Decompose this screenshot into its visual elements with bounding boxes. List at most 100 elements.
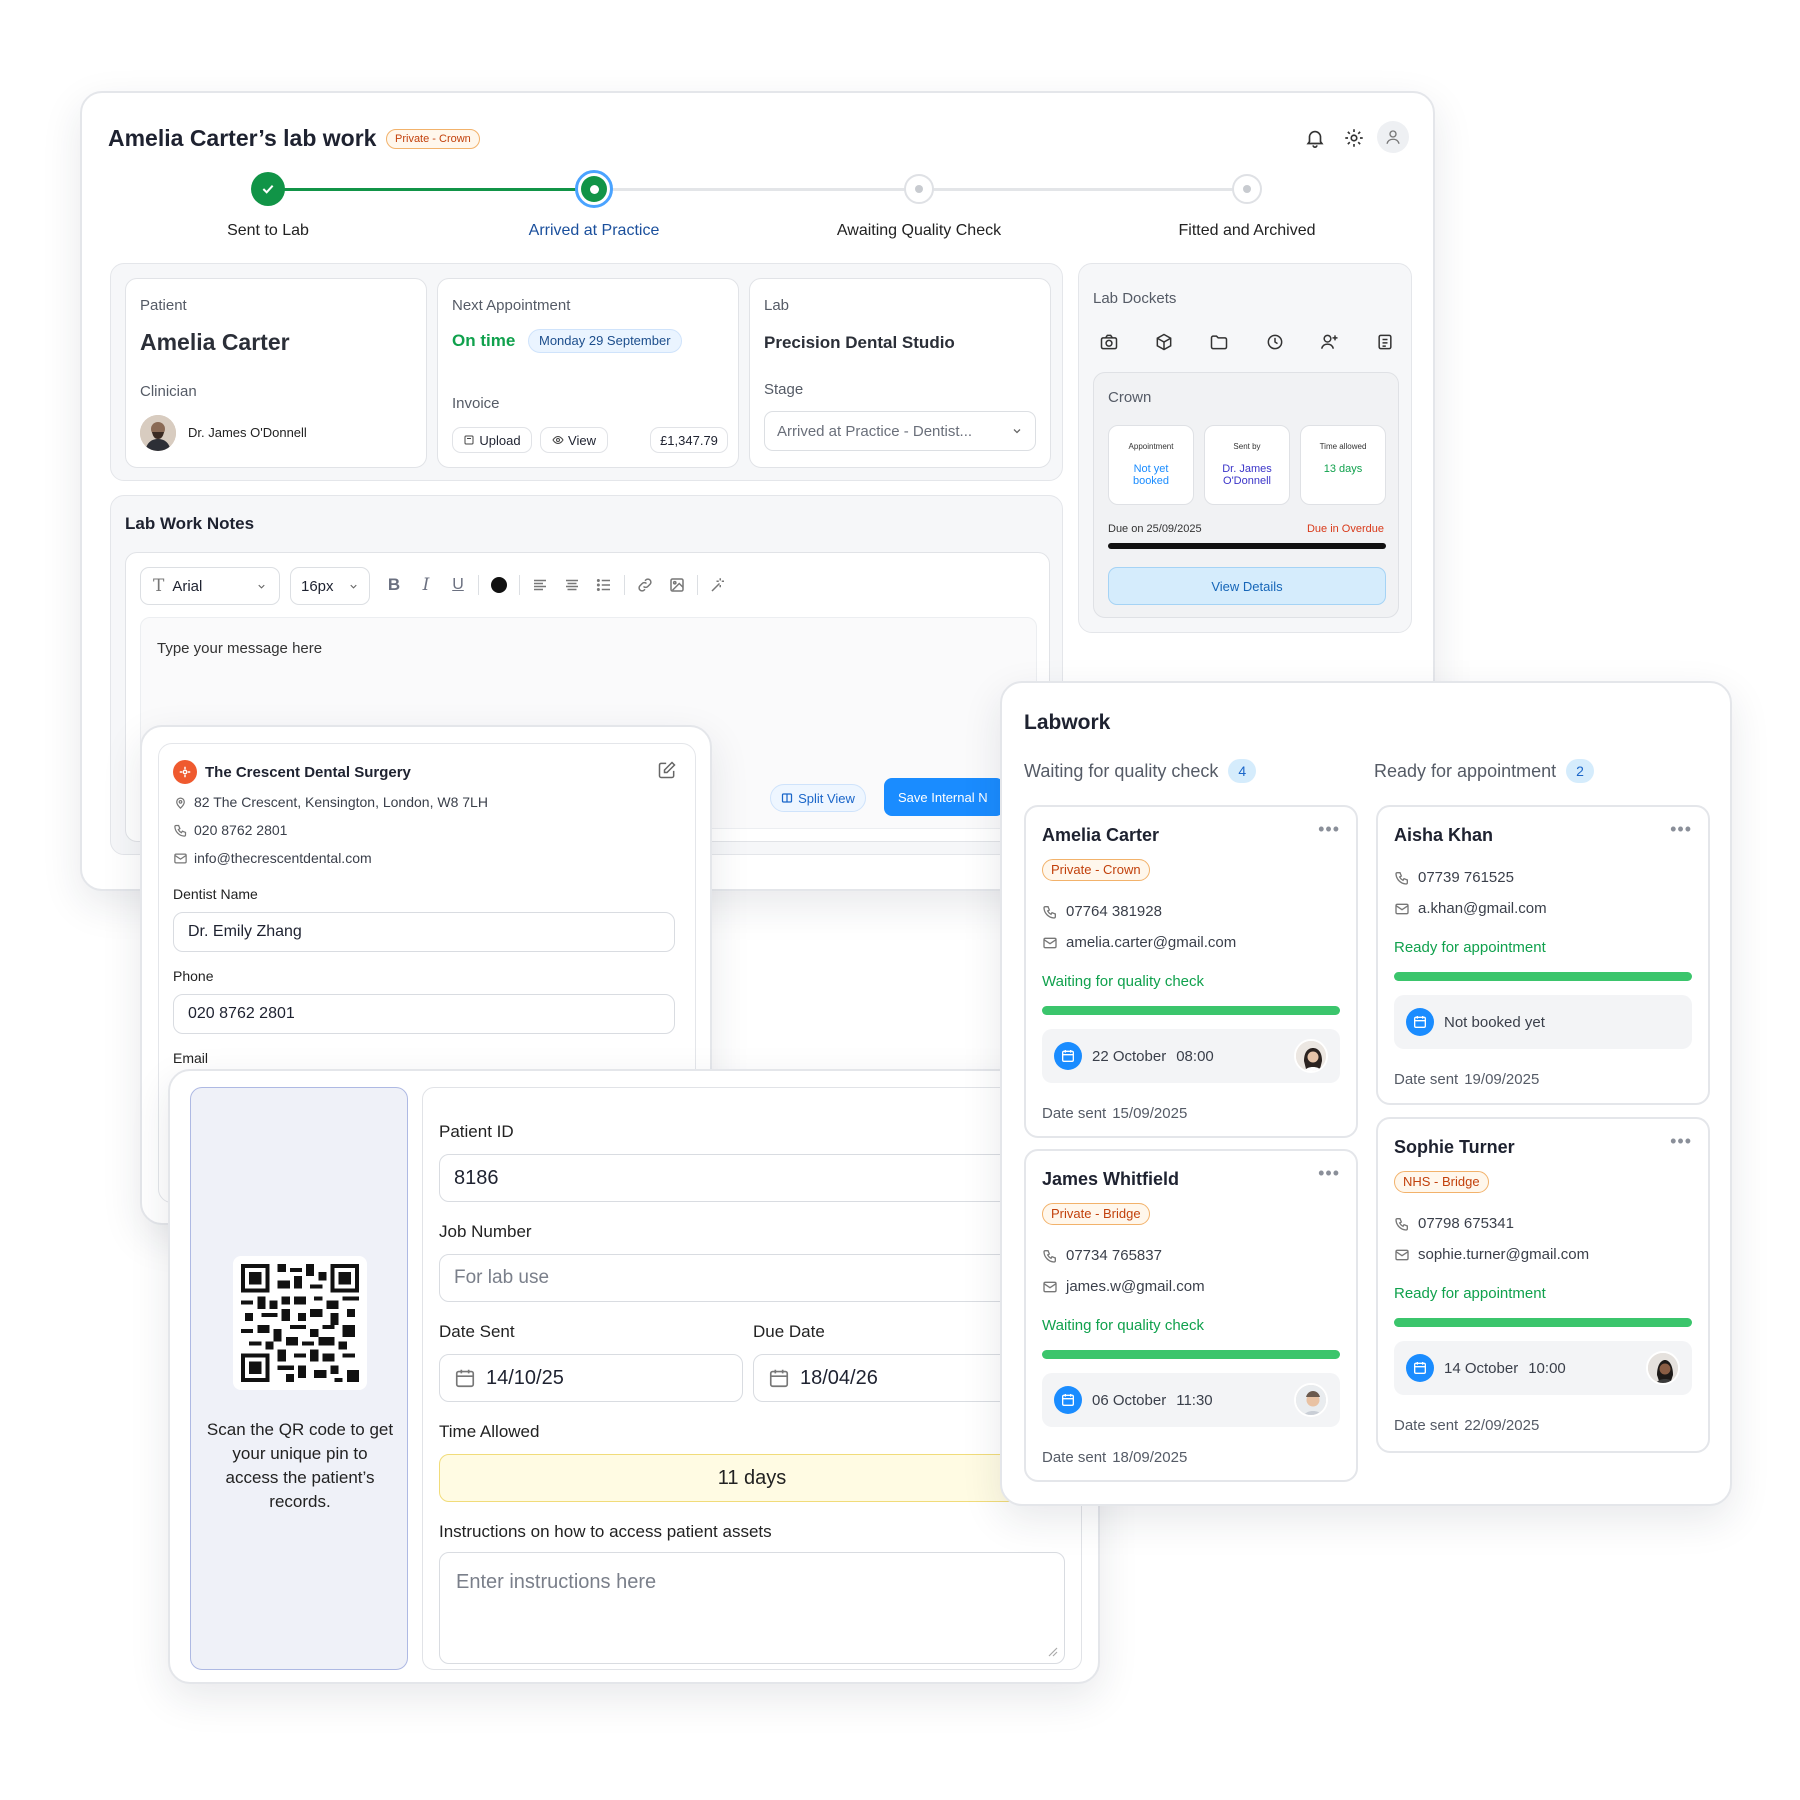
- lab-dockets-title: Lab Dockets: [1093, 290, 1177, 307]
- split-view-button[interactable]: Split View: [770, 784, 866, 812]
- link-icon[interactable]: [633, 573, 657, 597]
- date-sent-value: 15/09/2025: [1112, 1105, 1188, 1122]
- clinician-label: Clinician: [140, 383, 197, 400]
- card-phone: 07764 381928: [1066, 903, 1162, 920]
- column-count-badge: 2: [1566, 759, 1594, 783]
- user-icon: [1386, 130, 1400, 144]
- card-tag: Private - Bridge: [1042, 1203, 1150, 1225]
- date-sent-field[interactable]: 14/10/25: [439, 1354, 743, 1402]
- folder-icon[interactable]: [1207, 330, 1231, 354]
- labwork-title: Labwork: [1024, 711, 1111, 734]
- step-current-marker[interactable]: [575, 170, 613, 208]
- dentist-name-label: Dentist Name: [173, 886, 258, 902]
- mail-icon: [1043, 937, 1057, 948]
- view-invoice-button[interactable]: View: [540, 427, 608, 453]
- user-plus-icon[interactable]: [1318, 330, 1342, 354]
- phone-field[interactable]: 020 8762 2801: [173, 994, 675, 1034]
- calendar-icon: [769, 1369, 789, 1388]
- divider: [697, 575, 698, 595]
- avatar: [1646, 1351, 1680, 1385]
- lab-dockets-panel: Lab Dockets Crown Appointment Not yet bo…: [1078, 263, 1412, 633]
- appointment-time: 10:00: [1528, 1359, 1566, 1377]
- step-pending-marker[interactable]: [1232, 174, 1262, 204]
- appointment-not-booked: Not booked yet: [1444, 1013, 1545, 1031]
- save-internal-notes-button[interactable]: Save Internal N: [884, 778, 1004, 816]
- text-color-icon[interactable]: [487, 573, 511, 597]
- split-view-label: Split View: [798, 790, 855, 806]
- labwork-card[interactable]: Sophie Turner ••• NHS - Bridge 07798 675…: [1376, 1117, 1710, 1453]
- stepper-line-done: [268, 188, 594, 191]
- step-label: Fitted and Archived: [1178, 222, 1316, 239]
- resize-handle-icon[interactable]: [1046, 1645, 1058, 1657]
- dentist-name-value: Dr. Emily Zhang: [188, 923, 302, 940]
- clinician-avatar: [140, 415, 176, 451]
- date-sent-label: Date sent: [1394, 1071, 1459, 1088]
- card-date-sent: Date sent 15/09/2025: [1042, 1105, 1187, 1122]
- clock-icon[interactable]: [1263, 330, 1287, 354]
- camera-icon[interactable]: [1097, 330, 1121, 354]
- mail-icon: [1043, 1281, 1057, 1292]
- italic-icon[interactable]: I: [414, 573, 438, 597]
- lab-label: Lab: [764, 297, 790, 314]
- avatar: [1294, 1383, 1328, 1417]
- lab-name: Precision Dental Studio: [764, 333, 955, 352]
- align-left-icon[interactable]: [528, 573, 552, 597]
- due-date-label: Due Date: [753, 1322, 825, 1341]
- job-number-label: Job Number: [439, 1222, 532, 1241]
- labwork-board: Labwork Waiting for quality check 4 Read…: [1000, 681, 1732, 1506]
- text-type-icon: T: [153, 576, 165, 596]
- underline-icon[interactable]: U: [446, 573, 470, 597]
- job-number-field[interactable]: For lab use: [439, 1254, 1065, 1302]
- upload-button[interactable]: Upload: [452, 427, 532, 453]
- docket-tile: Appointment Not yet booked: [1108, 425, 1194, 505]
- font-family-select[interactable]: T Arial: [140, 567, 280, 605]
- calendar-icon: [1054, 1386, 1082, 1414]
- surgery-email: info@thecrescentdental.com: [194, 850, 372, 866]
- appointment-date: 22 October: [1092, 1047, 1167, 1065]
- bullet-list-icon[interactable]: [592, 573, 616, 597]
- docket-tile: Sent by Dr. James O'Donnell: [1204, 425, 1290, 505]
- card-phone-row: 07734 765837: [1042, 1247, 1162, 1264]
- mail-icon: [1395, 903, 1409, 914]
- labwork-card[interactable]: James Whitfield ••• Private - Bridge 077…: [1024, 1149, 1358, 1482]
- more-options-icon[interactable]: •••: [1670, 819, 1692, 840]
- align-center-icon[interactable]: [560, 573, 584, 597]
- patient-id-field[interactable]: 8186: [439, 1154, 1065, 1202]
- card-patient-name: Aisha Khan: [1394, 825, 1494, 845]
- tile-value: Dr. James O'Donnell: [1222, 463, 1272, 487]
- settings-gear-icon[interactable]: [1343, 127, 1365, 149]
- columns-icon: [781, 793, 793, 803]
- user-avatar-button[interactable]: [1377, 121, 1409, 153]
- font-size-select[interactable]: 16px: [290, 567, 370, 605]
- docket-form-card: Scan the QR code to get your unique pin …: [168, 1069, 1100, 1684]
- more-options-icon[interactable]: •••: [1318, 1163, 1340, 1184]
- more-options-icon[interactable]: •••: [1670, 1131, 1692, 1152]
- labwork-card[interactable]: Amelia Carter ••• Private - Crown 07764 …: [1024, 805, 1358, 1138]
- next-appointment-label: Next Appointment: [452, 297, 571, 314]
- card-date-sent: Date sent 22/09/2025: [1394, 1417, 1539, 1434]
- step-done-marker[interactable]: [251, 172, 285, 206]
- labwork-card[interactable]: Aisha Khan ••• 07739 761525 a.khan@gmail…: [1376, 805, 1710, 1105]
- box-icon[interactable]: [1152, 330, 1176, 354]
- notes-icon[interactable]: [1373, 330, 1397, 354]
- instructions-textarea[interactable]: Enter instructions here: [439, 1552, 1065, 1664]
- card-status-bar: [1394, 972, 1692, 981]
- upload-label: Upload: [479, 432, 521, 448]
- step-pending-marker[interactable]: [904, 174, 934, 204]
- bold-icon[interactable]: B: [382, 573, 406, 597]
- stage-select[interactable]: Arrived at Practice - Dentist...: [764, 411, 1036, 451]
- notification-bell-icon[interactable]: [1304, 127, 1326, 149]
- dockets-icon-row: [1097, 330, 1397, 356]
- save-internal-notes-label: Save Internal N: [898, 789, 988, 805]
- format-toolbar: B I U: [382, 573, 730, 597]
- magic-wand-icon[interactable]: [706, 573, 730, 597]
- invoice-amount: £1,347.79: [650, 427, 728, 453]
- more-options-icon[interactable]: •••: [1318, 819, 1340, 840]
- view-details-button[interactable]: View Details: [1108, 567, 1386, 605]
- dentist-name-field[interactable]: Dr. Emily Zhang: [173, 912, 675, 952]
- edit-icon[interactable]: [657, 760, 677, 785]
- card-patient-name: Amelia Carter: [1042, 825, 1160, 845]
- image-icon[interactable]: [665, 573, 689, 597]
- surgery-name: The Crescent Dental Surgery: [205, 764, 411, 781]
- instructions-label: Instructions on how to access patient as…: [439, 1522, 772, 1541]
